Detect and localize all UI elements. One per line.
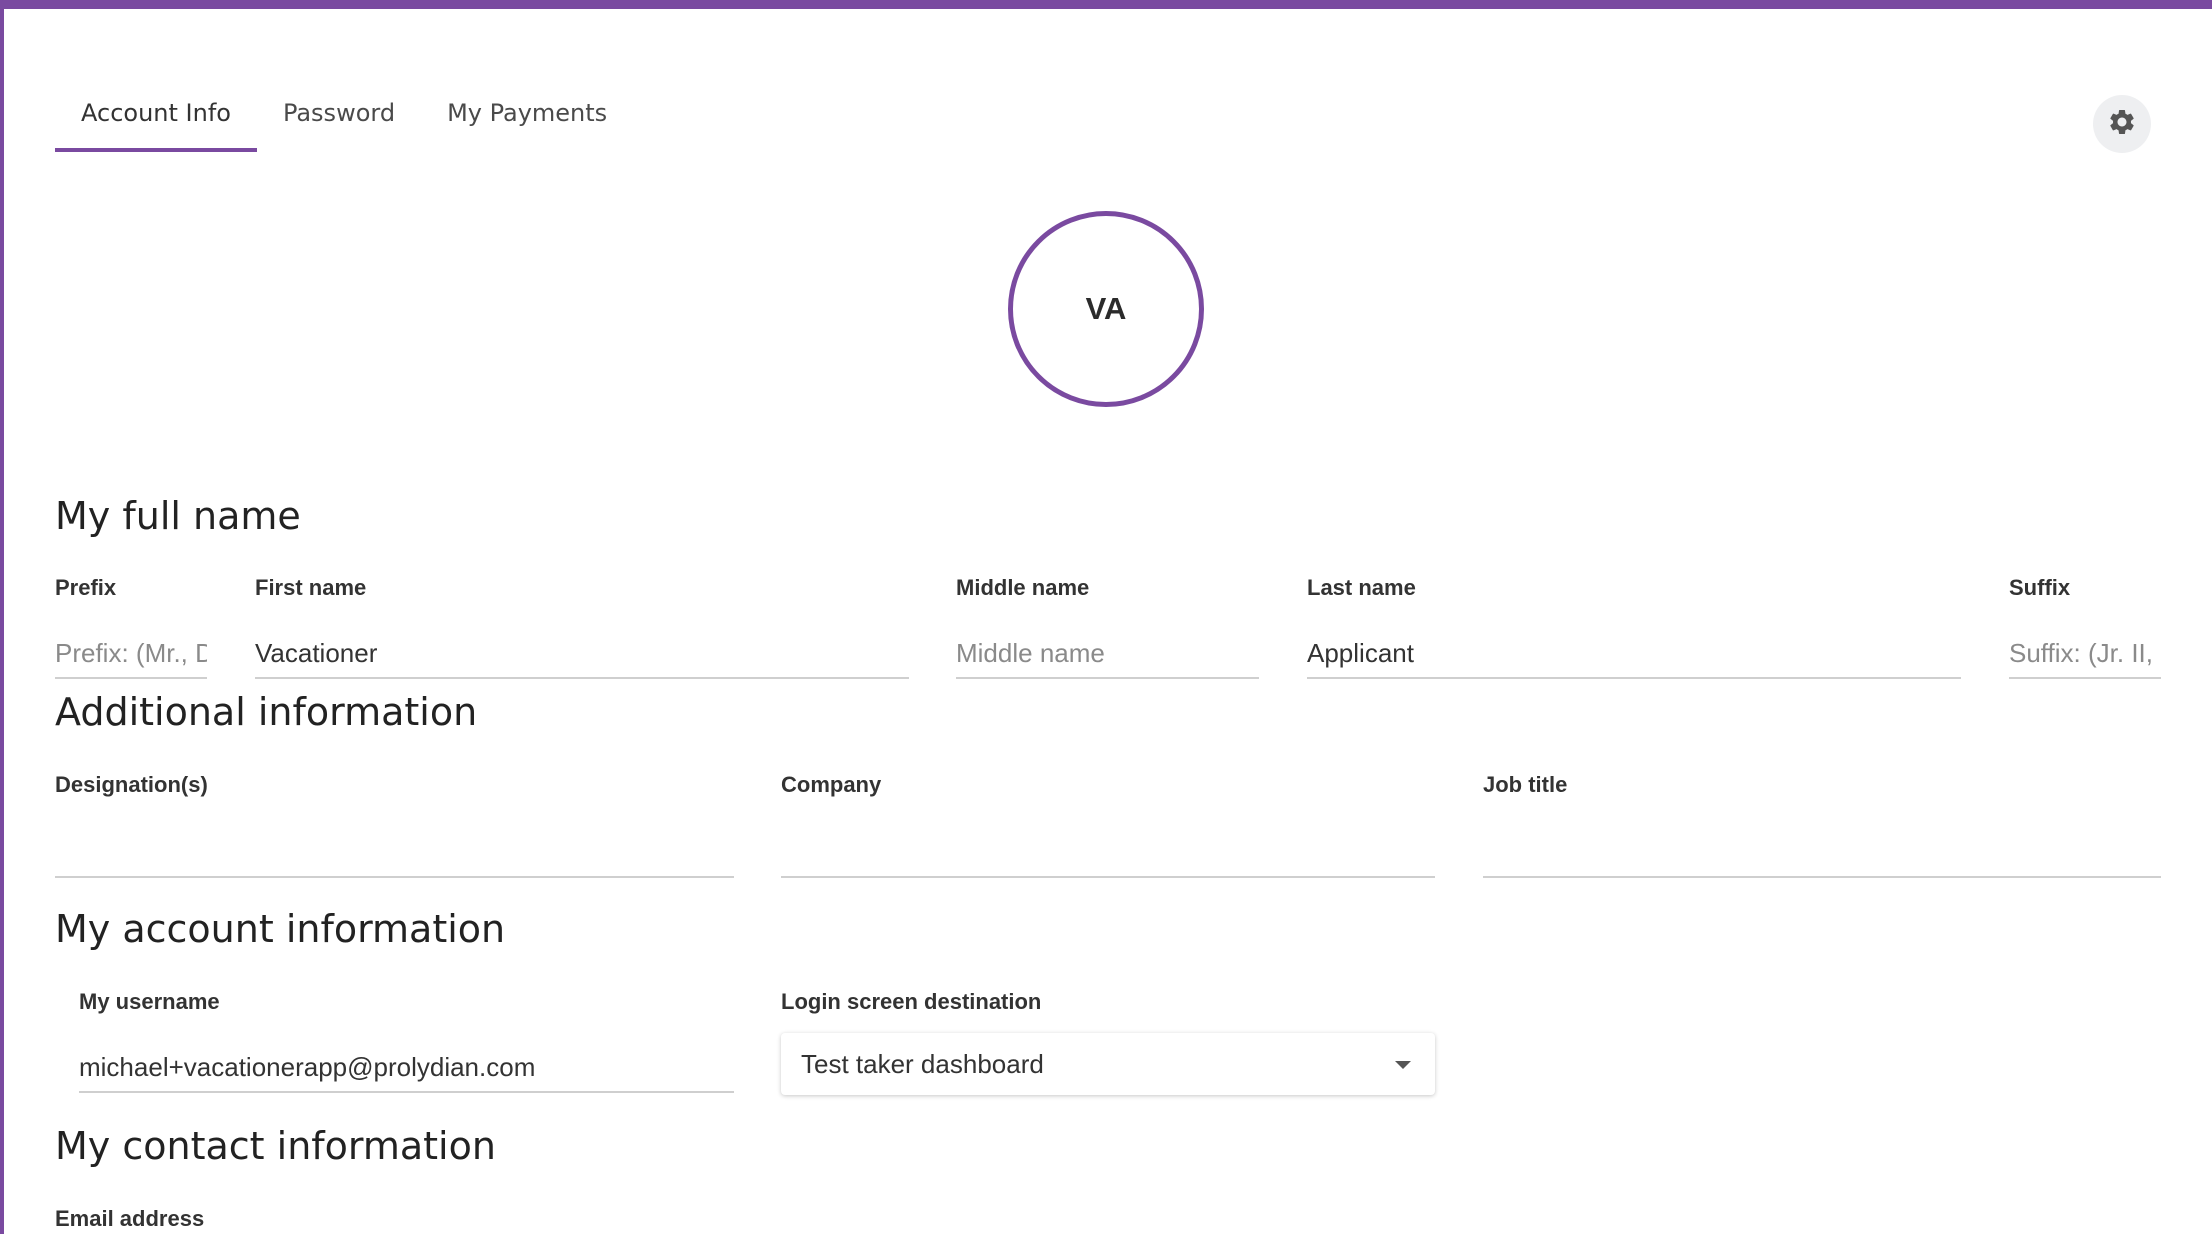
last-name-field: Last name: [1307, 575, 1961, 679]
username-label: My username: [79, 989, 220, 1014]
email-field: Email address: [55, 1206, 455, 1234]
first-name-field: First name: [255, 575, 909, 679]
login-destination-label: Login screen destination: [781, 989, 1042, 1014]
suffix-input[interactable]: [2009, 629, 2161, 679]
username-input[interactable]: [79, 1043, 734, 1093]
avatar-initials: VA: [1085, 291, 1127, 326]
login-destination-value: Test taker dashboard: [801, 1048, 1044, 1079]
section-title-contact: My contact information: [55, 1124, 496, 1168]
last-name-input[interactable]: [1307, 629, 1961, 679]
designations-input[interactable]: [55, 828, 734, 878]
tab-account-info[interactable]: Account Info: [55, 88, 257, 152]
job-title-field: Job title: [1483, 772, 2161, 878]
login-destination-select[interactable]: Test taker dashboard: [781, 1033, 1435, 1095]
company-input[interactable]: [781, 828, 1435, 878]
section-title-additional: Additional information: [55, 690, 478, 734]
account-tabs: Account Info Password My Payments: [55, 88, 633, 152]
username-field: My username: [79, 989, 734, 1093]
section-title-account: My account information: [55, 907, 506, 951]
prefix-label: Prefix: [55, 575, 117, 600]
company-label: Company: [781, 772, 882, 797]
suffix-field: Suffix: [2009, 575, 2161, 679]
tab-my-payments[interactable]: My Payments: [421, 88, 633, 152]
first-name-input[interactable]: [255, 629, 909, 679]
designations-label: Designation(s): [55, 772, 208, 797]
company-field: Company: [781, 772, 1435, 878]
middle-name-input[interactable]: [956, 629, 1259, 679]
chevron-down-icon: [1395, 1061, 1411, 1069]
avatar[interactable]: VA: [1008, 211, 1204, 407]
middle-name-label: Middle name: [956, 575, 1090, 600]
settings-button[interactable]: [2093, 95, 2151, 153]
middle-name-field: Middle name: [956, 575, 1259, 679]
first-name-label: First name: [255, 575, 367, 600]
left-accent-bar: [0, 0, 4, 1234]
job-title-label: Job title: [1483, 772, 1568, 797]
last-name-label: Last name: [1307, 575, 1416, 600]
login-destination-field: Login screen destination Test taker dash…: [781, 989, 1435, 1095]
suffix-label: Suffix: [2009, 575, 2071, 600]
email-label: Email address: [55, 1206, 205, 1231]
designations-field: Designation(s): [55, 772, 734, 878]
prefix-input[interactable]: [55, 629, 207, 679]
top-accent-bar: [0, 0, 2212, 9]
gear-icon: [2107, 107, 2137, 142]
tab-password[interactable]: Password: [257, 88, 421, 152]
section-title-full-name: My full name: [55, 494, 301, 538]
job-title-input[interactable]: [1483, 828, 2161, 878]
prefix-field: Prefix: [55, 575, 207, 679]
